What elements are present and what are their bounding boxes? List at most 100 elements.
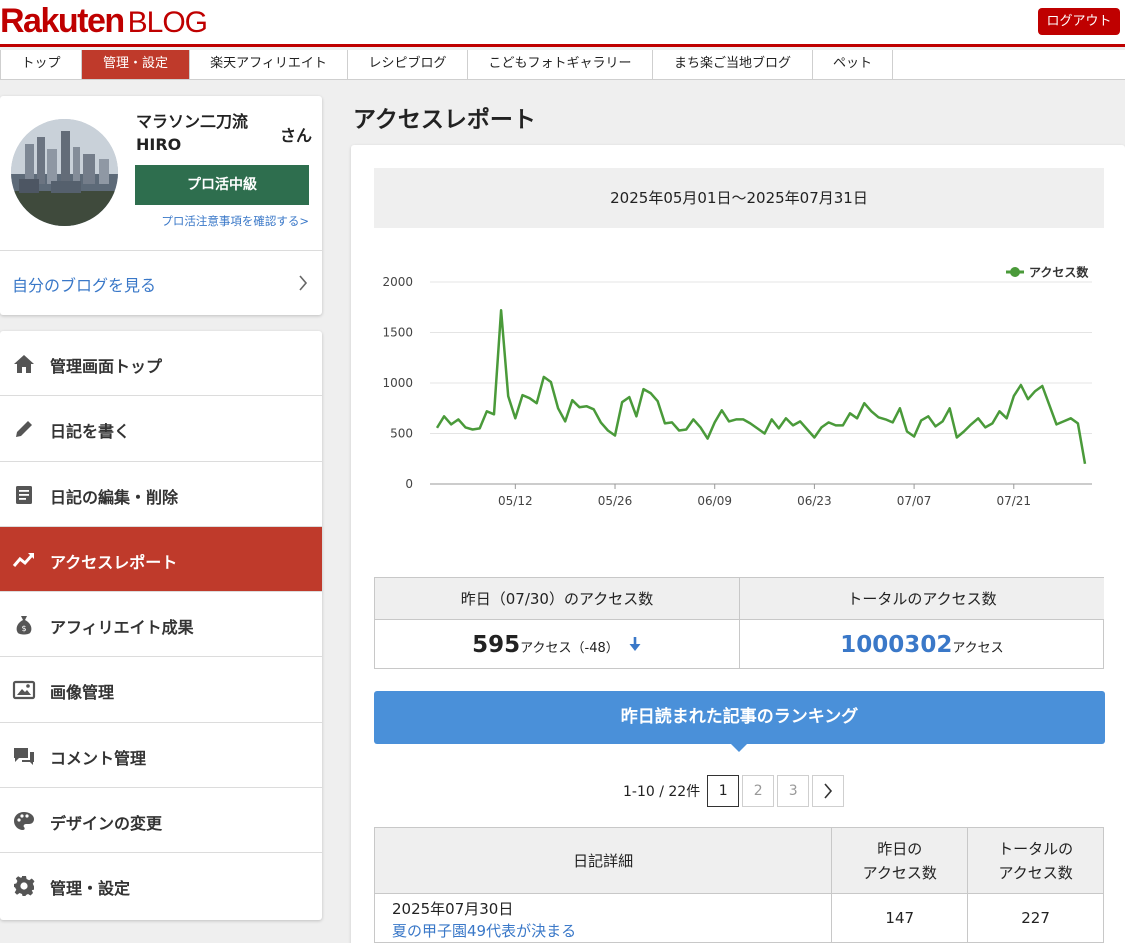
ranking-table: 日記詳細 昨日の アクセス数 トータルの アクセス数 2025年07月30日 夏… (373, 827, 1104, 943)
x-tick-label: 05/26 (598, 494, 633, 508)
sidebar-item-write-diary[interactable]: 日記を書く (0, 396, 322, 462)
svg-text:$: $ (21, 624, 26, 633)
y-tick-label: 2000 (382, 275, 413, 289)
series-line (435, 309, 1087, 465)
tab-kids-photo-gallery[interactable]: こどもフォトギャラリー (468, 50, 653, 79)
tab-local-blog[interactable]: まち楽ご当地ブログ (653, 50, 813, 79)
ranking-table-header: 日記詳細 昨日の アクセス数 トータルの アクセス数 (373, 827, 1104, 894)
tab-recipe-blog[interactable]: レシピブログ (348, 50, 468, 79)
trend-icon (12, 548, 36, 572)
sidebar-item-admin-settings[interactable]: 管理・設定 (0, 853, 322, 918)
x-tick-label: 05/12 (498, 494, 533, 508)
chevron-right-icon (298, 274, 308, 296)
profile-card: マラソン二刀流 HIRO さん プロ活中級 プロ活注意事項を確認する> 自分のブ… (0, 96, 322, 315)
legend-label: アクセス数 (1029, 265, 1089, 280)
yesterday-access-value: 595 (472, 632, 521, 658)
palette-icon (12, 809, 36, 833)
sidebar-item-label: アクセスレポート (50, 552, 178, 572)
y-tick-label: 1000 (382, 376, 413, 390)
sidebar-item-affiliate-results[interactable]: $ アフィリエイト成果 (0, 592, 322, 658)
legend-marker (1010, 267, 1020, 277)
logout-button[interactable]: ログアウト (1038, 8, 1120, 35)
x-tick-label: 06/23 (797, 494, 832, 508)
comment-icon (12, 744, 36, 768)
sidebar-item-label: 日記を書く (50, 422, 131, 442)
sidebar-item-label: アフィリエイト成果 (50, 618, 194, 638)
view-my-blog-label: 自分のブログを見る (12, 276, 157, 295)
page-button-1[interactable]: 1 (707, 775, 740, 807)
sidebar-item-label: デザインの変更 (50, 814, 163, 834)
y-tick-label: 500 (390, 427, 413, 441)
row-title-link[interactable]: 夏の甲子園49代表が決まる (392, 922, 576, 940)
tab-top[interactable]: トップ (0, 50, 82, 79)
sidebar-item-access-report[interactable]: アクセスレポート (0, 526, 322, 593)
chevron-right-icon (824, 783, 833, 799)
total-access-label: トータルのアクセス数 (740, 578, 1104, 620)
row-yesterday-count: 147 (831, 893, 969, 943)
page-title: アクセスレポート (353, 107, 536, 133)
header: Rakuten BLOG ログアウト (0, 0, 1125, 47)
date-range: 2025年05月01日〜2025年07月31日 (374, 168, 1104, 228)
tab-rakuten-affiliate[interactable]: 楽天アフィリエイト (190, 50, 348, 79)
access-chart: 0 500 1000 1500 2000 05/12 05/26 06/09 06/23 07/0… (382, 265, 1092, 508)
sidebar-item-edit-diary[interactable]: 日記の編集・削除 (0, 462, 322, 527)
col-header-yesterday: 昨日の アクセス数 (831, 827, 969, 894)
sidebar-item-comment-management[interactable]: コメント管理 (0, 723, 322, 789)
page-button-3[interactable]: 3 (777, 775, 810, 807)
row-total-count: 227 (967, 893, 1104, 943)
row-date: 2025年07月30日 (392, 900, 514, 918)
pencil-icon (12, 417, 36, 441)
profile-honorific: さん (280, 126, 313, 145)
col-header-total: トータルの アクセス数 (967, 827, 1104, 894)
ranking-header-notch (730, 743, 748, 752)
next-page-button[interactable] (812, 775, 845, 807)
col-header-total-line1: トータルの (998, 839, 1074, 858)
sidebar-item-label: 管理・設定 (50, 879, 131, 899)
ranking-header: 昨日読まれた記事のランキング (374, 691, 1105, 752)
page-button-2[interactable]: 2 (742, 775, 775, 807)
tab-admin-settings[interactable]: 管理・設定 (82, 50, 190, 79)
x-tick-label: 07/07 (897, 494, 932, 508)
sidebar-item-label: コメント管理 (50, 748, 147, 768)
image-icon (12, 678, 36, 702)
logo-main: Rakuten (0, 2, 125, 40)
y-tick-label: 1500 (382, 326, 413, 340)
sidebar-item-admin-top[interactable]: 管理画面トップ (0, 331, 322, 397)
view-my-blog-link[interactable]: 自分のブログを見る (0, 250, 322, 315)
x-tick-label: 06/09 (697, 494, 732, 508)
total-access-value-cell: 1000302アクセス (740, 621, 1104, 669)
row-detail: 2025年07月30日 夏の甲子園49代表が決まる (373, 893, 833, 943)
top-nav-tabs: トップ 管理・設定 楽天アフィリエイト レシピブログ こどもフォトギャラリー ま… (0, 50, 1125, 80)
logo-sub: BLOG (127, 6, 208, 39)
gear-icon (12, 874, 36, 898)
pagination: 1-10 / 22件 1 2 3 (623, 775, 845, 807)
total-access-value: 1000302 (840, 632, 953, 658)
sidebar-item-design-change[interactable]: デザインの変更 (0, 788, 322, 854)
profile-name: マラソン二刀流 HIRO (136, 110, 248, 156)
profile-name-line2: HIRO (136, 135, 182, 154)
col-header-total-line2: アクセス数 (998, 863, 1073, 882)
yesterday-access-unit: アクセス（-48） (520, 641, 619, 656)
document-icon (12, 483, 36, 507)
y-tick-label: 0 (405, 477, 413, 491)
col-header-yesterday-line2: アクセス数 (862, 863, 937, 882)
access-stats: 昨日（07/30）のアクセス数 トータルのアクセス数 595アクセス（-48） … (374, 577, 1104, 669)
ranking-title: 昨日読まれた記事のランキング (620, 707, 859, 727)
avatar (11, 119, 118, 226)
pro-notes-link[interactable]: プロ活注意事項を確認する> (161, 213, 309, 229)
rakuten-blog-logo[interactable]: Rakuten BLOG (0, 2, 208, 41)
profile-name-line1: マラソン二刀流 (136, 112, 249, 131)
arrow-down-icon (628, 624, 642, 672)
tab-pet[interactable]: ペット (813, 50, 893, 79)
rank-button[interactable]: プロ活中級 (135, 165, 309, 205)
home-icon (12, 352, 36, 376)
yesterday-access-label: 昨日（07/30）のアクセス数 (375, 578, 739, 620)
money-bag-icon: $ (12, 613, 36, 637)
sidebar-item-label: 画像管理 (50, 683, 115, 703)
sidebar-item-image-management[interactable]: 画像管理 (0, 657, 322, 723)
col-header-yesterday-line1: 昨日の (877, 839, 923, 858)
col-header-detail: 日記詳細 (373, 827, 833, 894)
table-row: 2025年07月30日 夏の甲子園49代表が決まる 147 227 (373, 893, 1104, 943)
sidebar-item-label: 管理画面トップ (50, 357, 163, 376)
result-count: 1-10 / 22件 (623, 784, 701, 800)
